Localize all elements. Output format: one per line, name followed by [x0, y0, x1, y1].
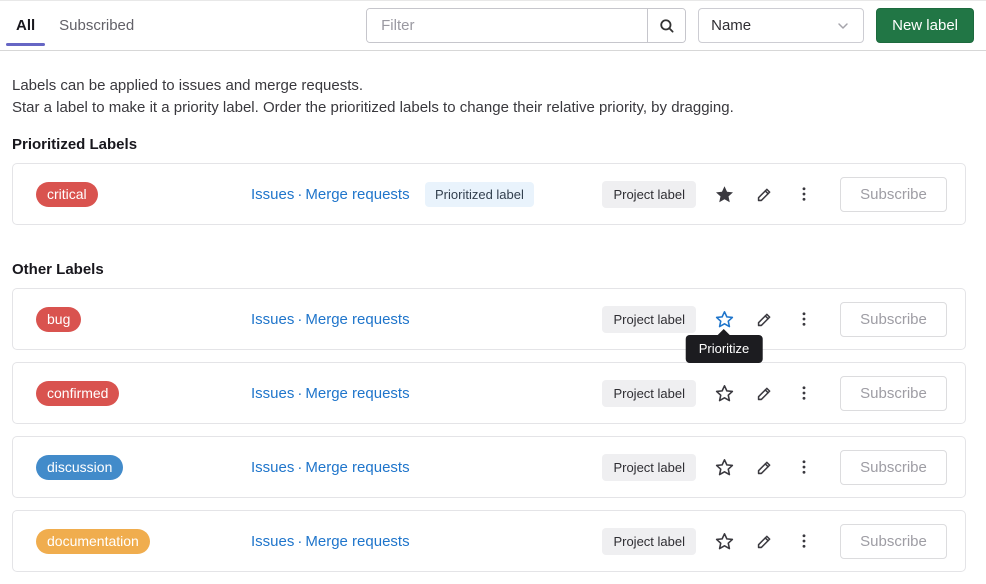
merge-requests-link[interactable]: Merge requests [305, 385, 409, 402]
labels-page: Labels can be applied to issues and merg… [0, 51, 986, 584]
links-separator: · [294, 533, 305, 550]
edit-label-button[interactable] [744, 447, 784, 487]
subscribe-button[interactable]: Subscribe [840, 524, 947, 559]
filter-input[interactable] [367, 9, 647, 42]
star-outline-icon [714, 457, 735, 478]
page-description: Labels can be applied to issues and merg… [12, 75, 966, 119]
kebab-menu-icon [795, 532, 813, 550]
prioritize-star-button[interactable] [704, 373, 744, 413]
label-pill[interactable]: discussion [36, 455, 123, 480]
other-labels-title: Other Labels [12, 261, 966, 278]
search-icon [658, 17, 676, 35]
project-label-badge: Project label [602, 181, 696, 208]
label-row-confirmed: confirmed Issues·Merge requests Project … [12, 362, 966, 424]
star-outline-icon [714, 309, 735, 330]
new-label-button[interactable]: New label [876, 8, 974, 43]
chevron-down-icon [835, 18, 851, 34]
description-line-2: Star a label to make it a priority label… [12, 97, 966, 119]
merge-requests-link[interactable]: Merge requests [305, 186, 409, 203]
prioritized-label-badge: Prioritized label [425, 182, 534, 207]
merge-requests-link[interactable]: Merge requests [305, 459, 409, 476]
pencil-icon [755, 532, 774, 551]
links-separator: · [294, 186, 305, 203]
issues-link[interactable]: Issues [251, 186, 294, 203]
description-line-1: Labels can be applied to issues and merg… [12, 75, 966, 97]
star-filled-icon [714, 184, 735, 205]
star-outline-icon [714, 531, 735, 552]
subscribe-button[interactable]: Subscribe [840, 302, 947, 337]
star-outline-icon [714, 383, 735, 404]
project-label-badge: Project label [602, 454, 696, 481]
prioritize-star-button[interactable]: Prioritize [704, 299, 744, 339]
links-separator: · [294, 385, 305, 402]
label-actions-menu-button[interactable] [784, 521, 824, 561]
prioritize-star-button[interactable] [704, 521, 744, 561]
edit-label-button[interactable] [744, 174, 784, 214]
sort-dropdown-value: Name [711, 17, 751, 34]
label-pill[interactable]: confirmed [36, 381, 119, 406]
labels-tabs: All Subscribed [4, 1, 146, 50]
links-separator: · [294, 459, 305, 476]
project-label-badge: Project label [602, 380, 696, 407]
sort-dropdown[interactable]: Name [698, 8, 864, 43]
filter-group [366, 8, 686, 43]
project-label-badge: Project label [602, 528, 696, 555]
label-row-discussion: discussion Issues·Merge requests Project… [12, 436, 966, 498]
tab-subscribed[interactable]: Subscribed [47, 1, 146, 50]
label-pill[interactable]: documentation [36, 529, 150, 554]
pencil-icon [755, 310, 774, 329]
edit-label-button[interactable] [744, 373, 784, 413]
pencil-icon [755, 384, 774, 403]
edit-label-button[interactable] [744, 521, 784, 561]
pencil-icon [755, 458, 774, 477]
merge-requests-link[interactable]: Merge requests [305, 533, 409, 550]
kebab-menu-icon [795, 310, 813, 328]
subscribe-button[interactable]: Subscribe [840, 376, 947, 411]
prioritized-labels-title: Prioritized Labels [12, 136, 966, 153]
label-pill[interactable]: bug [36, 307, 81, 332]
label-actions-menu-button[interactable] [784, 447, 824, 487]
label-row-documentation: documentation Issues·Merge requests Proj… [12, 510, 966, 572]
label-pill[interactable]: critical [36, 182, 98, 207]
edit-label-button[interactable] [744, 299, 784, 339]
tab-all[interactable]: All [4, 1, 47, 50]
kebab-menu-icon [795, 458, 813, 476]
merge-requests-link[interactable]: Merge requests [305, 311, 409, 328]
issues-link[interactable]: Issues [251, 533, 294, 550]
issues-link[interactable]: Issues [251, 311, 294, 328]
kebab-menu-icon [795, 384, 813, 402]
pencil-icon [755, 185, 774, 204]
subscribe-button[interactable]: Subscribe [840, 177, 947, 212]
issues-link[interactable]: Issues [251, 459, 294, 476]
label-actions-menu-button[interactable] [784, 299, 824, 339]
label-row-bug: bug Issues·Merge requests Project label … [12, 288, 966, 350]
prioritize-tooltip: Prioritize [686, 335, 763, 363]
project-label-badge: Project label [602, 306, 696, 333]
unprioritize-star-button[interactable] [704, 174, 744, 214]
kebab-menu-icon [795, 185, 813, 203]
label-row-critical: critical Issues·Merge requests Prioritiz… [12, 163, 966, 225]
label-actions-menu-button[interactable] [784, 373, 824, 413]
labels-toolbar: All Subscribed Name New label [0, 0, 986, 51]
prioritize-star-button[interactable] [704, 447, 744, 487]
links-separator: · [294, 311, 305, 328]
subscribe-button[interactable]: Subscribe [840, 450, 947, 485]
issues-link[interactable]: Issues [251, 385, 294, 402]
label-actions-menu-button[interactable] [784, 174, 824, 214]
search-button[interactable] [647, 9, 685, 42]
